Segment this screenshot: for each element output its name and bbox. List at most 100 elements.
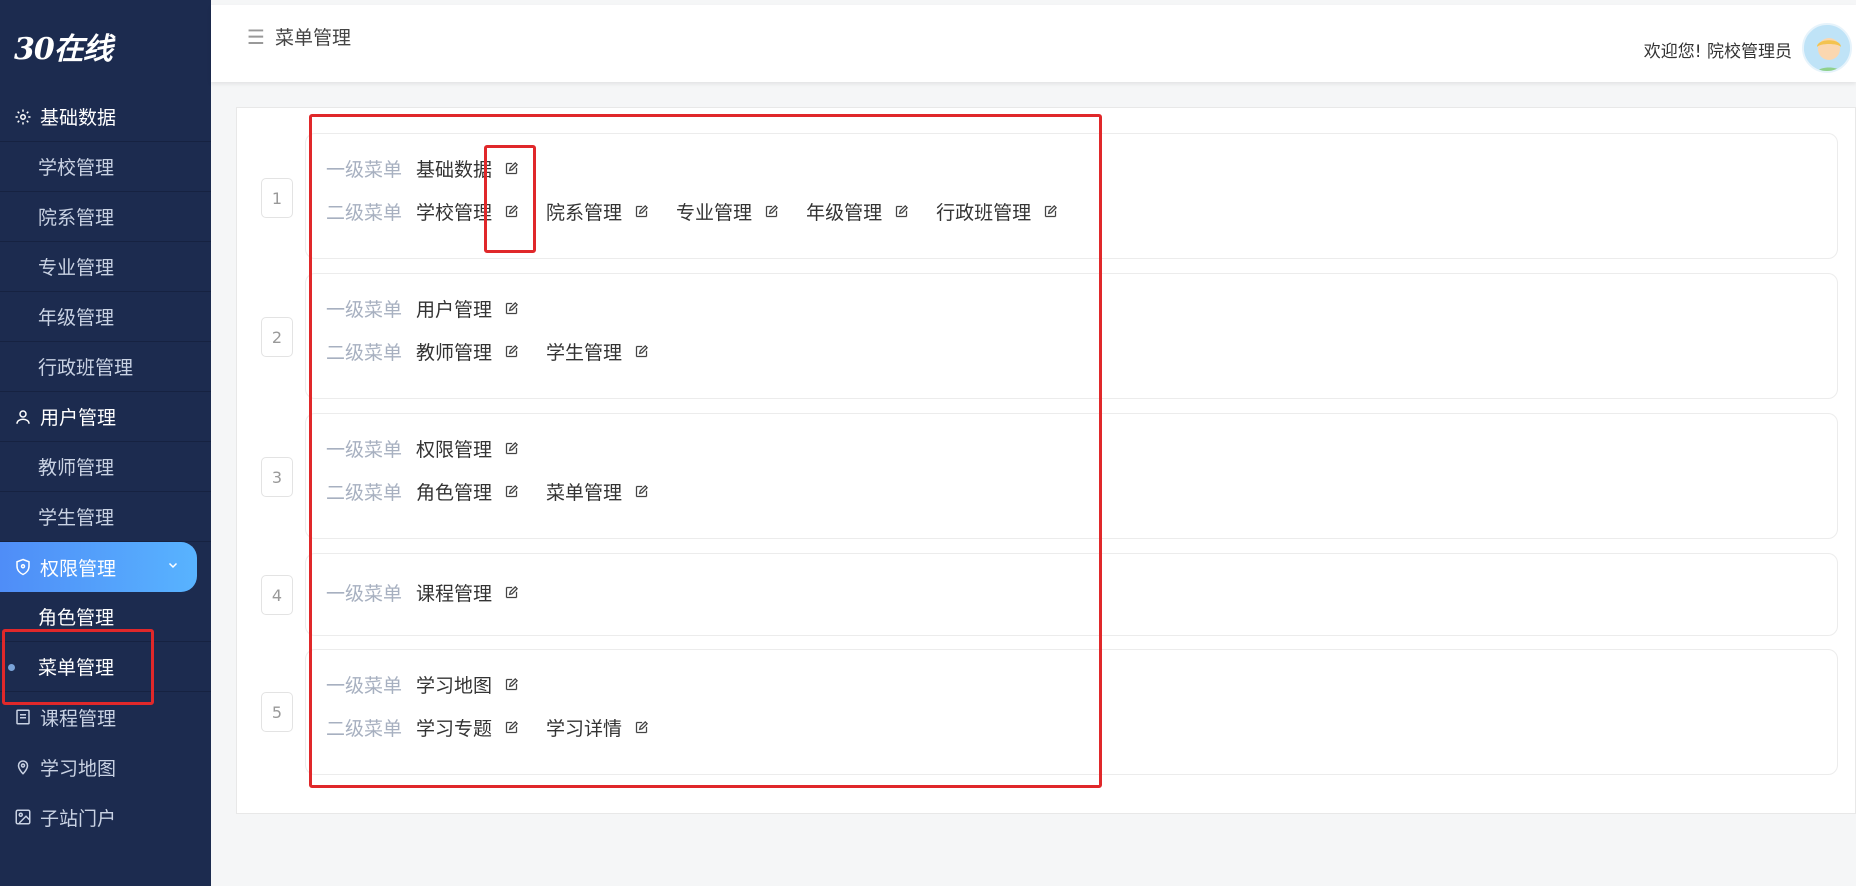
row-index: 5 <box>261 692 293 732</box>
edit-icon[interactable] <box>1041 203 1059 221</box>
level2-label: 二级菜单 <box>326 202 403 224</box>
image-icon <box>12 806 34 828</box>
edit-icon[interactable] <box>632 203 650 221</box>
menu-item-label: 专业管理 <box>676 202 753 224</box>
level1-label: 一级菜单 <box>326 583 403 605</box>
menu-item-label: 年级管理 <box>806 202 883 224</box>
edit-icon[interactable] <box>502 160 520 178</box>
edit-icon[interactable] <box>892 203 910 221</box>
menu-item-label: 学生管理 <box>546 342 623 364</box>
edit-icon[interactable] <box>502 584 520 602</box>
menu-item-label: 学习专题 <box>416 718 493 740</box>
edit-icon[interactable] <box>502 483 520 501</box>
menu-item-label: 院系管理 <box>546 202 623 224</box>
menu-item: 菜单管理 <box>546 478 650 505</box>
menu-item-label: 用户管理 <box>416 299 493 321</box>
sidebar-item-learning-map[interactable]: 学习地图 <box>0 742 211 792</box>
level1-line: 一级菜单 基础数据 <box>326 155 546 182</box>
menu-toggle-icon[interactable]: ☰ <box>247 25 265 49</box>
sidebar-item-label: 年级管理 <box>38 307 115 329</box>
sidebar-group-basic-data[interactable]: 基础数据 <box>0 92 211 142</box>
level1-label: 一级菜单 <box>326 299 403 321</box>
sidebar-item-major[interactable]: 专业管理 <box>0 242 211 292</box>
level2-line: 二级菜单 角色管理 菜单管理 <box>326 478 676 505</box>
menu-group-users: 用户管理 教师管理 学生管理 <box>0 392 211 542</box>
level2-label: 二级菜单 <box>326 342 403 364</box>
sidebar-item-department[interactable]: 院系管理 <box>0 192 211 242</box>
menu-row: 一级菜单 课程管理 <box>305 553 1838 636</box>
sidebar-group-permissions[interactable]: 权限管理 <box>0 542 197 592</box>
sidebar-item-label: 学习地图 <box>40 757 117 780</box>
active-dot <box>8 664 15 671</box>
menu-item-label: 教师管理 <box>416 342 493 364</box>
menu-item: 学习地图 <box>416 671 520 698</box>
row-index: 2 <box>261 317 293 357</box>
sidebar-item-label: 菜单管理 <box>38 657 115 679</box>
menu-item: 学习详情 <box>546 714 650 741</box>
map-icon <box>12 756 34 778</box>
sidebar-item-role[interactable]: 角色管理 <box>0 592 211 642</box>
menu-item: 课程管理 <box>416 579 520 606</box>
menu-item-label: 权限管理 <box>416 439 493 461</box>
level2-label: 二级菜单 <box>326 718 403 740</box>
menu-group-permissions: 权限管理 角色管理 菜单管理 <box>0 542 211 692</box>
sidebar-item-label: 行政班管理 <box>38 357 134 379</box>
sidebar-item-portal[interactable]: 子站门户 <box>0 792 211 842</box>
menu-item: 年级管理 <box>806 198 910 225</box>
level1-label: 一级菜单 <box>326 159 403 181</box>
edit-icon[interactable] <box>502 676 520 694</box>
top-bar: ☰ 菜单管理 欢迎您! 院校管理员 <box>211 5 1856 82</box>
logo-text: 30在线 <box>14 32 113 67</box>
sidebar-item-label: 学生管理 <box>38 507 115 529</box>
edit-icon[interactable] <box>502 343 520 361</box>
breadcrumb: 菜单管理 <box>274 27 351 49</box>
sidebar-item-school[interactable]: 学校管理 <box>0 142 211 192</box>
menu-group-basic-data: 基础数据 学校管理 院系管理 专业管理 年级管理 行政班管理 <box>0 92 211 392</box>
menu-item: 用户管理 <box>416 295 520 322</box>
menu-item: 角色管理 <box>416 478 520 505</box>
menu-item: 行政班管理 <box>936 198 1059 225</box>
sidebar-item-course[interactable]: 课程管理 <box>0 692 211 742</box>
edit-icon[interactable] <box>632 343 650 361</box>
sidebar-item-grade[interactable]: 年级管理 <box>0 292 211 342</box>
menu-item: 学习专题 <box>416 714 520 741</box>
sidebar-group-users[interactable]: 用户管理 <box>0 392 211 442</box>
edit-icon[interactable] <box>502 300 520 318</box>
menu-item: 专业管理 <box>676 198 780 225</box>
level1-line: 一级菜单 权限管理 <box>326 435 546 462</box>
avatar[interactable] <box>1802 23 1852 73</box>
menu-item-label: 学习详情 <box>546 718 623 740</box>
sidebar: 30在线 基础数据 学校管理 院系管理 专业管理 年级管理 行政班管理 用户管理… <box>0 0 211 886</box>
edit-icon[interactable] <box>762 203 780 221</box>
welcome-text: 欢迎您! 院校管理员 <box>1643 42 1792 62</box>
menu-item: 权限管理 <box>416 435 520 462</box>
menu-item-label: 行政班管理 <box>936 202 1032 224</box>
sidebar-item-class[interactable]: 行政班管理 <box>0 342 211 392</box>
edit-icon[interactable] <box>632 719 650 737</box>
sidebar-item-menu[interactable]: 菜单管理 <box>0 642 211 692</box>
menu-item: 教师管理 <box>416 338 520 365</box>
edit-icon[interactable] <box>502 719 520 737</box>
sidebar-item-label: 学校管理 <box>38 157 115 179</box>
sidebar-item-label: 院系管理 <box>38 207 115 229</box>
row-index: 3 <box>261 457 293 497</box>
document-icon <box>12 706 34 728</box>
sidebar-item-label: 专业管理 <box>38 257 115 279</box>
sidebar-item-student[interactable]: 学生管理 <box>0 492 211 542</box>
row-index: 1 <box>261 178 293 218</box>
sidebar-item-label: 角色管理 <box>38 607 115 629</box>
user-icon <box>12 406 34 428</box>
sidebar-item-label: 子站门户 <box>40 807 117 830</box>
edit-icon[interactable] <box>502 203 520 221</box>
menu-item: 学生管理 <box>546 338 650 365</box>
edit-icon[interactable] <box>502 440 520 458</box>
menu-item-label: 基础数据 <box>416 159 493 181</box>
level1-label: 一级菜单 <box>326 439 403 461</box>
menu-item: 学校管理 <box>416 198 520 225</box>
level1-line: 一级菜单 用户管理 <box>326 295 546 322</box>
row-index: 4 <box>261 575 293 615</box>
sidebar-item-teacher[interactable]: 教师管理 <box>0 442 211 492</box>
menu-row: 一级菜单 基础数据 二级菜单 学校管理 院系管理 专业管理 年级管理 行政班管理 <box>305 133 1838 259</box>
menu-row: 一级菜单 用户管理 二级菜单 教师管理 学生管理 <box>305 273 1838 399</box>
edit-icon[interactable] <box>632 483 650 501</box>
